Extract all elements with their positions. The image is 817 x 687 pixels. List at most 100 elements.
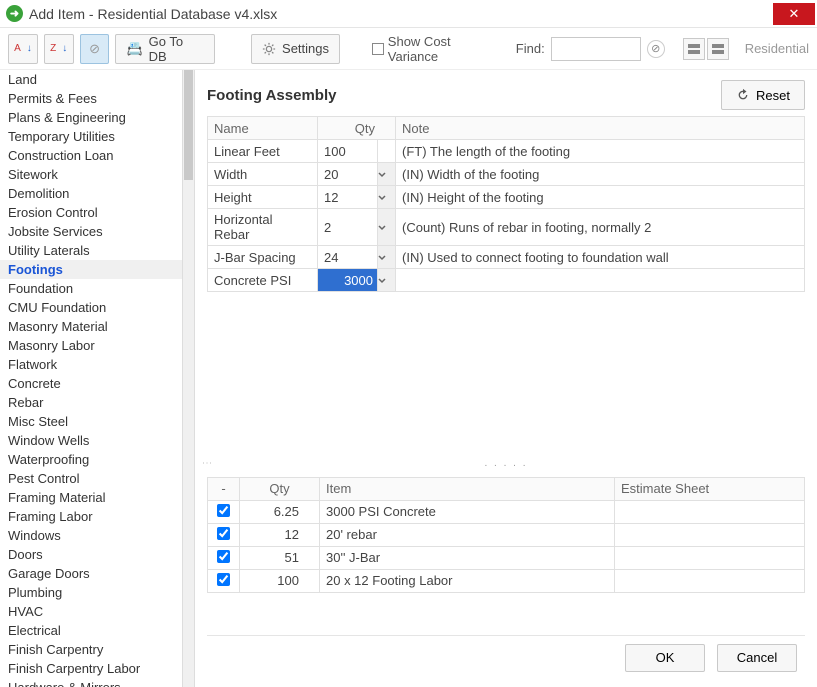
row-check[interactable]	[217, 504, 230, 517]
gear-icon	[262, 42, 276, 56]
sort-asc-button[interactable]: A↓	[8, 34, 38, 64]
param-name: Concrete PSI	[208, 269, 318, 292]
sidebar-item[interactable]: Framing Material	[0, 488, 182, 507]
sidebar-item[interactable]: Permits & Fees	[0, 89, 182, 108]
sidebar-scrollbar[interactable]	[182, 70, 194, 687]
titlebar: ➜ Add Item - Residential Database v4.xls…	[0, 0, 817, 28]
row-qty: 51	[240, 546, 320, 569]
param-qty[interactable]: 100	[318, 140, 378, 163]
col-qty[interactable]: Qty	[318, 117, 396, 140]
results-table: - Qty Item Estimate Sheet 6.253000 PSI C…	[207, 477, 805, 593]
param-qty[interactable]: 24	[318, 246, 378, 269]
view-list-button[interactable]	[707, 38, 729, 60]
dropdown-button[interactable]	[378, 209, 396, 246]
row-check[interactable]	[217, 550, 230, 563]
param-name: J-Bar Spacing	[208, 246, 318, 269]
view-grid-button[interactable]	[683, 38, 705, 60]
sidebar-item[interactable]: Window Wells	[0, 431, 182, 450]
sidebar-item[interactable]: Footings	[0, 260, 182, 279]
reset-icon	[736, 88, 750, 102]
row-est	[615, 500, 805, 523]
param-qty[interactable]	[318, 269, 378, 292]
row-item: 20 x 12 Footing Labor	[320, 569, 615, 592]
sidebar-item[interactable]: HVAC	[0, 602, 182, 621]
sidebar-item[interactable]: Hardware & Mirrors	[0, 678, 182, 687]
param-qty[interactable]: 20	[318, 163, 378, 186]
splitter[interactable]: ⋮ . . . . .	[207, 451, 805, 477]
toolbar: A↓ Z↓ ⊘ 📇 Go To DB Settings Show Cost Va…	[0, 28, 817, 70]
find-clear-button[interactable]: ⊘	[647, 40, 665, 58]
goto-db-label: Go To DB	[149, 34, 205, 64]
dropdown-button[interactable]	[378, 246, 396, 269]
no-sort-button[interactable]: ⊘	[80, 34, 110, 64]
close-button[interactable]: ✕	[773, 3, 815, 25]
row-check[interactable]	[217, 573, 230, 586]
sidebar-item[interactable]: Plumbing	[0, 583, 182, 602]
col-note[interactable]: Note	[396, 117, 805, 140]
row-item: 20' rebar	[320, 523, 615, 546]
cancel-button[interactable]: Cancel	[717, 644, 797, 672]
sidebar-item[interactable]: Construction Loan	[0, 146, 182, 165]
assembly-title: Footing Assembly	[207, 87, 721, 104]
sidebar-item[interactable]: Rebar	[0, 393, 182, 412]
param-note: (FT) The length of the footing	[396, 140, 805, 163]
settings-button[interactable]: Settings	[251, 34, 340, 64]
sidebar-item[interactable]: Pest Control	[0, 469, 182, 488]
sidebar-item[interactable]: Masonry Material	[0, 317, 182, 336]
assembly-row: Linear Feet100 (FT) The length of the foo…	[208, 140, 805, 163]
sidebar-item[interactable]: Windows	[0, 526, 182, 545]
param-note: (IN) Used to connect footing to foundati…	[396, 246, 805, 269]
sidebar-item[interactable]: CMU Foundation	[0, 298, 182, 317]
sidebar-item[interactable]: Waterproofing	[0, 450, 182, 469]
param-name: Height	[208, 186, 318, 209]
col-rqty[interactable]: Qty	[240, 477, 320, 500]
sidebar-item[interactable]: Foundation	[0, 279, 182, 298]
find-input[interactable]	[551, 37, 641, 61]
row-qty: 100	[240, 569, 320, 592]
row-check[interactable]	[217, 527, 230, 540]
goto-db-button[interactable]: 📇 Go To DB	[115, 34, 215, 64]
sidebar-item[interactable]: Demolition	[0, 184, 182, 203]
ok-button[interactable]: OK	[625, 644, 705, 672]
row-qty: 6.25	[240, 500, 320, 523]
sidebar-item[interactable]: Misc Steel	[0, 412, 182, 431]
sidebar-item[interactable]: Garage Doors	[0, 564, 182, 583]
sidebar-item[interactable]: Land	[0, 70, 182, 89]
sidebar-item[interactable]: Utility Laterals	[0, 241, 182, 260]
cost-variance-check[interactable]: Show Cost Variance	[372, 34, 504, 64]
sidebar-item[interactable]: Masonry Labor	[0, 336, 182, 355]
dropdown-button[interactable]	[378, 269, 396, 292]
col-name[interactable]: Name	[208, 117, 318, 140]
sidebar-item[interactable]: Flatwork	[0, 355, 182, 374]
param-qty[interactable]: 12	[318, 186, 378, 209]
param-note	[396, 269, 805, 292]
sidebar-item[interactable]: Sitework	[0, 165, 182, 184]
find-group: Find: ⊘	[516, 37, 665, 61]
sidebar-item[interactable]: Temporary Utilities	[0, 127, 182, 146]
sidebar-item[interactable]: Plans & Engineering	[0, 108, 182, 127]
dialog-footer: OK Cancel	[207, 635, 805, 679]
col-est[interactable]: Estimate Sheet	[615, 477, 805, 500]
sidebar-item[interactable]: Doors	[0, 545, 182, 564]
sidebar-item[interactable]: Finish Carpentry Labor	[0, 659, 182, 678]
sidebar-item[interactable]: Jobsite Services	[0, 222, 182, 241]
find-label: Find:	[516, 41, 545, 56]
sidebar-item[interactable]: Framing Labor	[0, 507, 182, 526]
scrollbar-thumb[interactable]	[184, 70, 193, 180]
dropdown-button[interactable]	[378, 163, 396, 186]
sidebar-item[interactable]: Erosion Control	[0, 203, 182, 222]
sort-desc-button[interactable]: Z↓	[44, 34, 74, 64]
param-name: Linear Feet	[208, 140, 318, 163]
col-check[interactable]: -	[208, 477, 240, 500]
sidebar-item[interactable]: Electrical	[0, 621, 182, 640]
qty-input[interactable]	[318, 269, 377, 291]
dropdown-button[interactable]	[378, 186, 396, 209]
param-qty[interactable]: 2	[318, 209, 378, 246]
col-item[interactable]: Item	[320, 477, 615, 500]
window-title: Add Item - Residential Database v4.xlsx	[29, 6, 773, 22]
sidebar-item[interactable]: Finish Carpentry	[0, 640, 182, 659]
assembly-row: Height12 (IN) Height of the footing	[208, 186, 805, 209]
param-note: (IN) Height of the footing	[396, 186, 805, 209]
reset-button[interactable]: Reset	[721, 80, 805, 110]
sidebar-item[interactable]: Concrete	[0, 374, 182, 393]
